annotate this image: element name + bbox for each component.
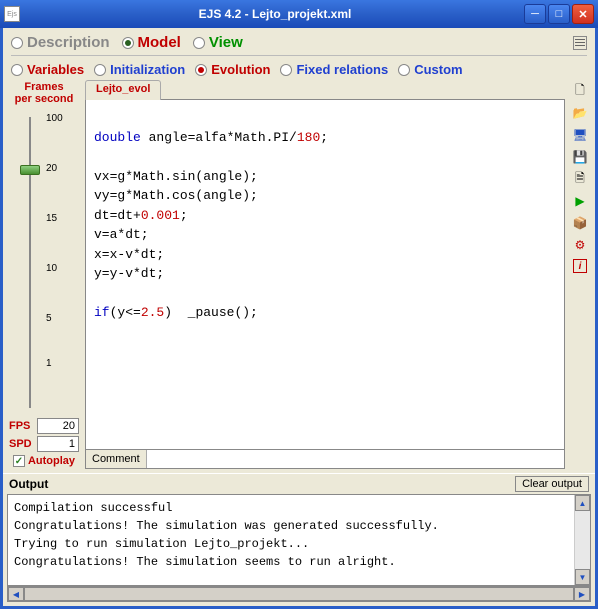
fps-label: FPS [9,420,35,432]
title-bar: Ejs EJS 4.2 - Lejto_projekt.xml ─ □ ✕ [0,0,598,28]
fps-input[interactable] [37,418,79,434]
slider-tick-label: 100 [46,113,63,124]
slider-tick-label: 5 [46,313,52,324]
subtab-label: Custom [414,62,462,77]
scroll-left-icon[interactable]: ◀ [8,587,24,601]
code-editor[interactable]: double angle=alfa*Math.PI/180; vx=g*Math… [85,99,565,450]
slider-tick-label: 1 [46,358,52,369]
subtab-label: Evolution [211,62,270,77]
frames-panel: Framesper second 100 20 15 10 5 1 FPS SPD ✓ A… [7,79,81,469]
radio-icon [122,37,134,49]
spd-label: SPD [9,438,35,450]
tab-label: Description [27,34,110,51]
radio-icon [195,64,207,76]
slider-tick-label: 10 [46,263,57,274]
subtab-variables[interactable]: Variables [11,62,84,77]
comment-label: Comment [86,450,147,468]
close-button[interactable]: ✕ [572,4,594,24]
subtab-label: Variables [27,62,84,77]
horizontal-scrollbar[interactable]: ◀ ▶ [7,586,591,602]
subtab-evolution[interactable]: Evolution [195,62,270,77]
minimize-button[interactable]: ─ [524,4,546,24]
radio-icon [193,37,205,49]
run-icon[interactable]: ▶ [572,193,588,209]
export-icon[interactable]: 🖥 [572,127,588,143]
scroll-thumb[interactable] [24,587,574,601]
slider-thumb[interactable] [20,165,40,175]
spd-input[interactable] [37,436,79,452]
tab-label: Model [138,34,181,51]
main-area: Framesper second 100 20 15 10 5 1 FPS SPD ✓ A… [3,79,595,469]
main-tab-bar: Description Model View [3,28,595,53]
side-toolbar: 🗋 📂 🖥 💾 🗎 ▶ 📦 ⚙ i [569,79,591,469]
slider-tick-label: 15 [46,213,57,224]
divider [11,55,587,56]
subtab-label: Initialization [110,62,185,77]
tab-label: View [209,34,243,51]
code-panel: Lejto_evol double angle=alfa*Math.PI/180… [85,79,565,469]
fps-slider[interactable]: 100 20 15 10 5 1 [18,109,70,416]
checkbox-icon: ✓ [13,455,25,467]
radio-icon [11,37,23,49]
open-icon[interactable]: 📂 [572,105,588,121]
save-icon[interactable]: 💾 [572,149,588,165]
package-icon[interactable]: 📦 [572,215,588,231]
vertical-scrollbar[interactable]: ▲ ▼ [574,495,590,585]
window-content: Description Model View Variables Initial… [0,28,598,609]
output-title: Output [9,477,515,491]
comment-input[interactable] [147,450,564,468]
new-icon[interactable]: 🗋 [572,83,588,99]
scroll-down-icon[interactable]: ▼ [575,569,590,585]
autoplay-checkbox[interactable]: ✓ Autoplay [13,455,75,467]
tab-model[interactable]: Model [122,34,181,51]
radio-icon [94,64,106,76]
radio-icon [11,64,23,76]
slider-tick-label: 20 [46,163,57,174]
subtab-fixed-relations[interactable]: Fixed relations [280,62,388,77]
info-icon[interactable]: i [573,259,587,273]
frames-header: Framesper second [15,81,74,105]
menu-icon[interactable] [573,36,587,50]
sub-tab-bar: Variables Initialization Evolution Fixed… [3,58,595,79]
output-text[interactable]: Compilation successful Congratulations! … [8,495,574,585]
output-panel: Output Clear output Compilation successf… [3,469,595,606]
app-icon: Ejs [4,6,20,22]
tab-view[interactable]: View [193,34,243,51]
options-icon[interactable]: ⚙ [572,237,588,253]
subtab-label: Fixed relations [296,62,388,77]
subtab-initialization[interactable]: Initialization [94,62,185,77]
code-tab[interactable]: Lejto_evol [85,80,161,100]
scroll-right-icon[interactable]: ▶ [574,587,590,601]
subtab-custom[interactable]: Custom [398,62,462,77]
scroll-up-icon[interactable]: ▲ [575,495,590,511]
radio-icon [280,64,292,76]
radio-icon [398,64,410,76]
maximize-button[interactable]: □ [548,4,570,24]
saveas-icon[interactable]: 🗎 [572,171,588,187]
autoplay-label: Autoplay [28,455,75,467]
clear-output-button[interactable]: Clear output [515,476,589,492]
tab-description[interactable]: Description [11,34,110,51]
window-title: EJS 4.2 - Lejto_projekt.xml [26,7,524,21]
